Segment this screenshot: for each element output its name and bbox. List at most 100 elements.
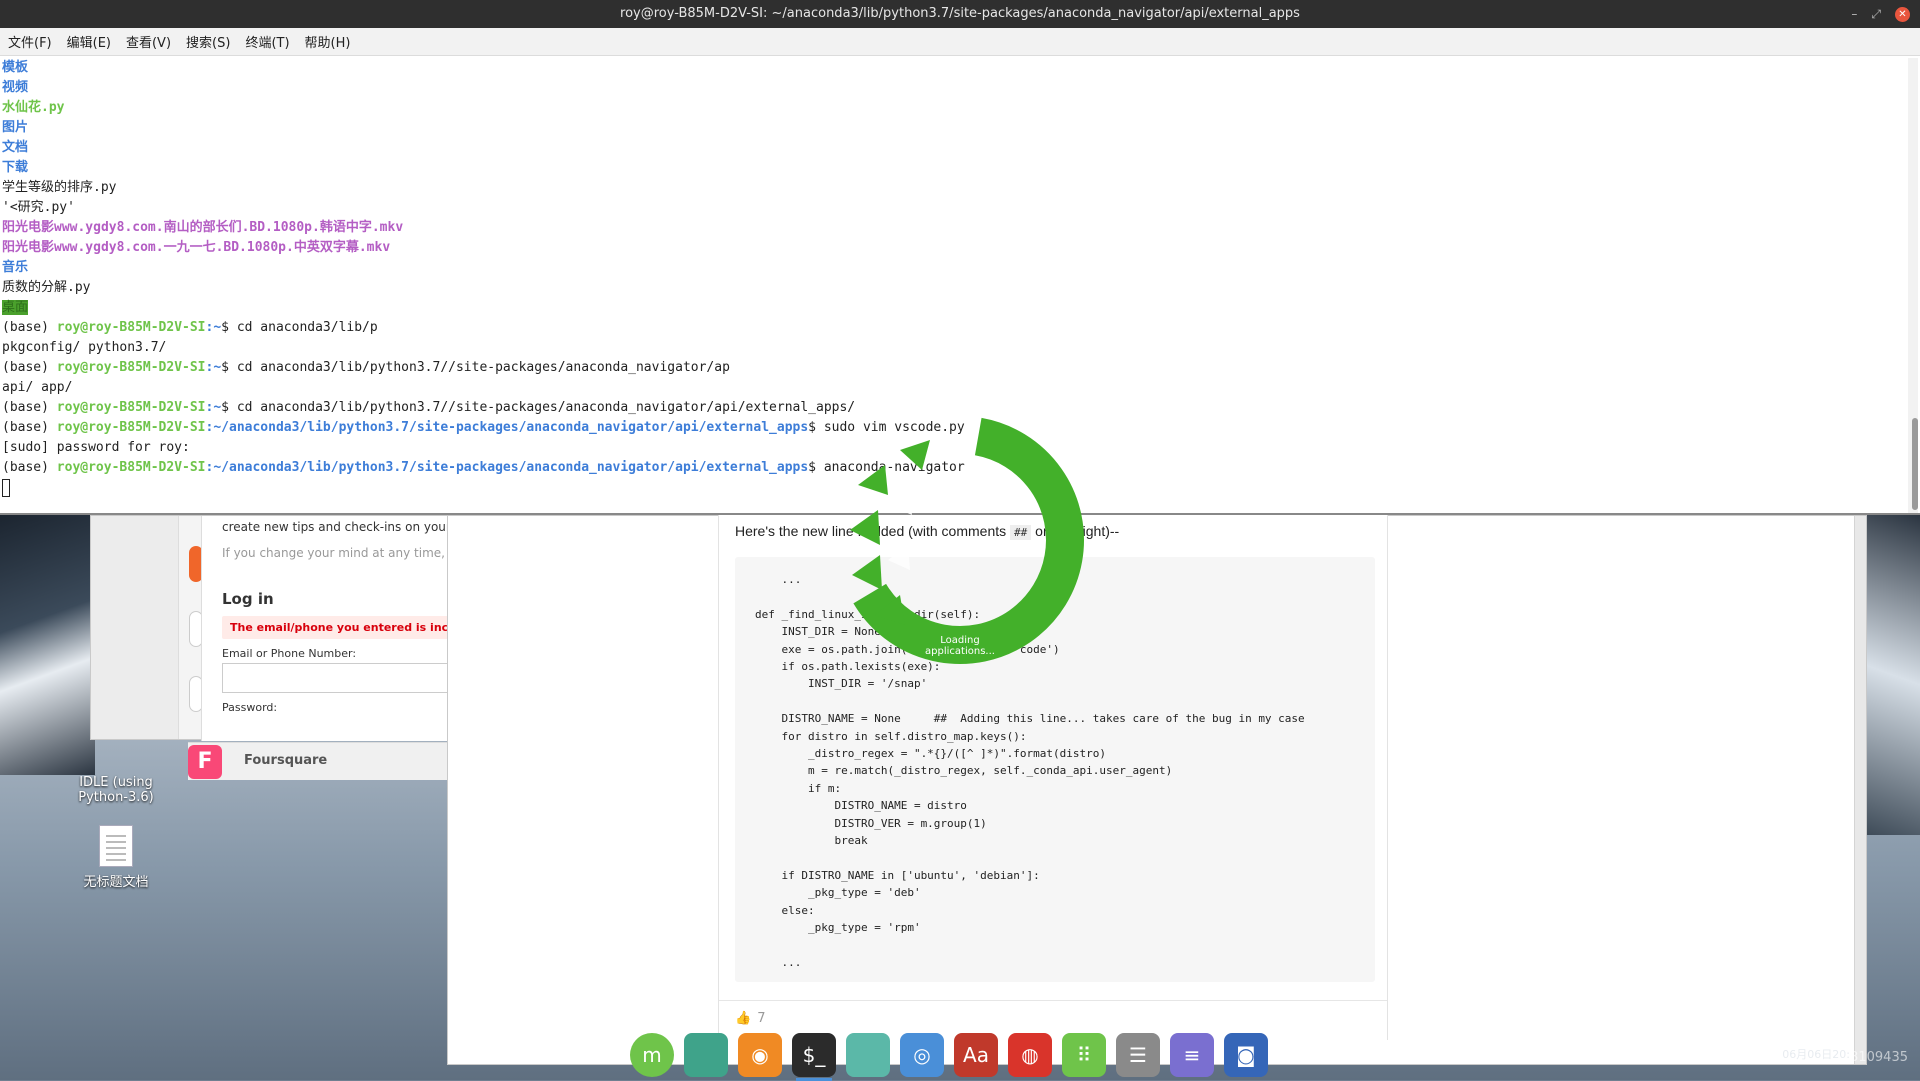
terminal-scroll-thumb[interactable] (1912, 418, 1918, 510)
minimize-icon[interactable]: – (1851, 0, 1857, 28)
chromium-icon[interactable]: ◎ (900, 1033, 944, 1077)
terminal-menubar: 文件(F) 编辑(E) 查看(V) 搜索(S) 终端(T) 帮助(H) (0, 28, 1920, 56)
thumbs-up-icon: 👍 (735, 1011, 752, 1026)
dictionary-icon[interactable]: Aa (954, 1033, 998, 1077)
prompt-user: roy@roy-B85M-D2V-SI (56, 420, 206, 435)
prompt-path: :~ (205, 360, 222, 375)
document-icon (99, 825, 133, 867)
like-count: 7 (757, 1011, 766, 1026)
listing-line: 质数的分解.py (2, 278, 1905, 298)
terminal-icon[interactable]: $_ (792, 1033, 836, 1081)
password-label: Password: (222, 701, 278, 714)
prompt-line: (base) roy@roy-B85M-D2V-SI:~$ cd anacond… (2, 318, 1905, 338)
listing-line: 音乐 (2, 258, 1905, 278)
loading-text: Loading applications... (925, 635, 995, 657)
doc-label: 无标题文档 (83, 875, 149, 890)
prompt-command: $ cd anaconda3/lib/python3.7//site-packa… (221, 360, 730, 375)
prompt-command: $ cd anaconda3/lib/p (221, 320, 378, 335)
text-editor-icon[interactable]: ≡ (1170, 1033, 1214, 1077)
idle-label: IDLE (using Python-3.6) (78, 775, 154, 805)
firefox-icon[interactable]: ◉ (738, 1033, 782, 1077)
listing-line: 视频 (2, 78, 1905, 98)
wallpaper-mountain-left (0, 515, 95, 775)
login-error-message: The email/phone you entered is incorrect… (222, 616, 451, 639)
listing-entry: 阳光电影www.ygdy8.com.一九一七.BD.1080p.中英双字幕.mk… (2, 240, 391, 255)
prompt-path: :~ (205, 320, 222, 335)
prompt-env: (base) (2, 360, 57, 375)
menu-item-2[interactable]: 查看(V) (126, 32, 171, 51)
output-line: pkgconfig/ python3.7/ (2, 340, 167, 355)
prompt-path: :~/anaconda3/lib/python3.7/site-packages… (205, 420, 809, 435)
files-icon[interactable] (684, 1033, 728, 1077)
anaconda-leaf-highlights (888, 490, 912, 570)
mint-menu-icon[interactable]: m (630, 1033, 674, 1077)
listing-line: 水仙花.py (2, 98, 1905, 118)
listing-entry: '<研究.py' (2, 200, 75, 215)
menu-item-3[interactable]: 搜索(S) (186, 32, 230, 51)
listing-line: 阳光电影www.ygdy8.com.一九一七.BD.1080p.中英双字幕.mk… (2, 238, 1905, 258)
login-heading: Log in (222, 590, 274, 608)
listing-line: 桌面 (2, 298, 1905, 318)
prompt-path: :~ (205, 400, 222, 415)
output-line: api/ app/ (2, 380, 73, 395)
folder-icon[interactable] (846, 1033, 890, 1077)
listing-line: 模板 (2, 58, 1905, 78)
window-controls: – ⤢ ✕ (1851, 0, 1910, 28)
listing-line: 文档 (2, 138, 1905, 158)
prompt-user: roy@roy-B85M-D2V-SI (56, 460, 206, 475)
menu-item-5[interactable]: 帮助(H) (305, 32, 351, 51)
prompt-env: (base) (2, 460, 57, 475)
menu-item-4[interactable]: 终端(T) (245, 32, 289, 51)
listing-line: 学生等级的排序.py (2, 178, 1905, 198)
listing-line: 图片 (2, 118, 1905, 138)
prompt-env: (base) (2, 420, 57, 435)
note-text: If you change your mind at any time, y (222, 546, 451, 560)
listing-entry: 文档 (2, 140, 29, 155)
prompt-env: (base) (2, 320, 57, 335)
menu-item-0[interactable]: 文件(F) (8, 32, 52, 51)
foursquare-label: Foursquare (244, 753, 328, 768)
close-icon[interactable]: ✕ (1895, 6, 1910, 22)
screenshot-icon[interactable]: ◙ (1224, 1033, 1268, 1077)
listing-line: '<研究.py' (2, 198, 1905, 218)
prompt-user: roy@roy-B85M-D2V-SI (56, 320, 206, 335)
netease-music-icon[interactable]: ◍ (1008, 1033, 1052, 1077)
email-label: Email or Phone Number: (222, 647, 357, 660)
terminal-titlebar[interactable]: roy@roy-B85M-D2V-SI: ~/anaconda3/lib/pyt… (0, 0, 1920, 28)
menu-item-1[interactable]: 编辑(E) (67, 32, 111, 51)
terminal-cursor (2, 478, 10, 497)
listing-entry: 水仙花.py (2, 100, 65, 115)
desktop-icon-idle[interactable]: IDLE (using Python-3.6) (66, 775, 166, 805)
browser-window-left: create new tips and check-ins on your If… (90, 515, 451, 741)
prompt-command: $ cd anaconda3/lib/python3.7//site-packa… (221, 400, 856, 415)
listing-line: 下载 (2, 158, 1905, 178)
listing-entry: 下载 (2, 160, 29, 175)
tray-clock[interactable]: 06月06日20: (1782, 1046, 1850, 1062)
anaconda-splash-logo (836, 416, 1084, 664)
like-button[interactable]: 👍 7 (735, 1011, 765, 1026)
facebook-login-panel: create new tips and check-ins on your If… (201, 516, 451, 741)
listing-entry: 视频 (2, 80, 29, 95)
browser-sidebar (91, 516, 179, 739)
prompt-path: :~/anaconda3/lib/python3.7/site-packages… (205, 460, 809, 475)
desktop-icon-untitled-doc[interactable]: 无标题文档 (66, 825, 166, 890)
foursquare-logo-icon: F (188, 745, 222, 779)
listing-entry: 音乐 (2, 260, 29, 275)
listing-entry: 图片 (2, 120, 29, 135)
tip-text: create new tips and check-ins on your (222, 520, 451, 534)
settings-icon[interactable]: ☰ (1116, 1033, 1160, 1077)
prompt-user: roy@roy-B85M-D2V-SI (56, 360, 206, 375)
browser-scrollbar[interactable] (1854, 516, 1866, 1064)
email-field[interactable] (222, 663, 451, 693)
app-grid-icon[interactable]: ⠿ (1062, 1033, 1106, 1077)
prompt-env: (base) (2, 400, 57, 415)
foursquare-item[interactable]: F Foursquare (188, 742, 448, 780)
wallpaper-mountain-right (1865, 515, 1920, 835)
listing-line: 阳光电影www.ygdy8.com.南山的部长们.BD.1080p.韩语中字.m… (2, 218, 1905, 238)
maximize-icon[interactable]: ⤢ (1871, 0, 1881, 28)
prompt-line: (base) roy@roy-B85M-D2V-SI:~$ cd anacond… (2, 358, 1905, 378)
window-title: roy@roy-B85M-D2V-SI: ~/anaconda3/lib/pyt… (620, 6, 1300, 21)
listing-entry: 阳光电影www.ygdy8.com.南山的部长们.BD.1080p.韩语中字.m… (2, 220, 404, 235)
listing-entry: 学生等级的排序.py (2, 180, 117, 195)
listing-entry: 模板 (2, 60, 29, 75)
